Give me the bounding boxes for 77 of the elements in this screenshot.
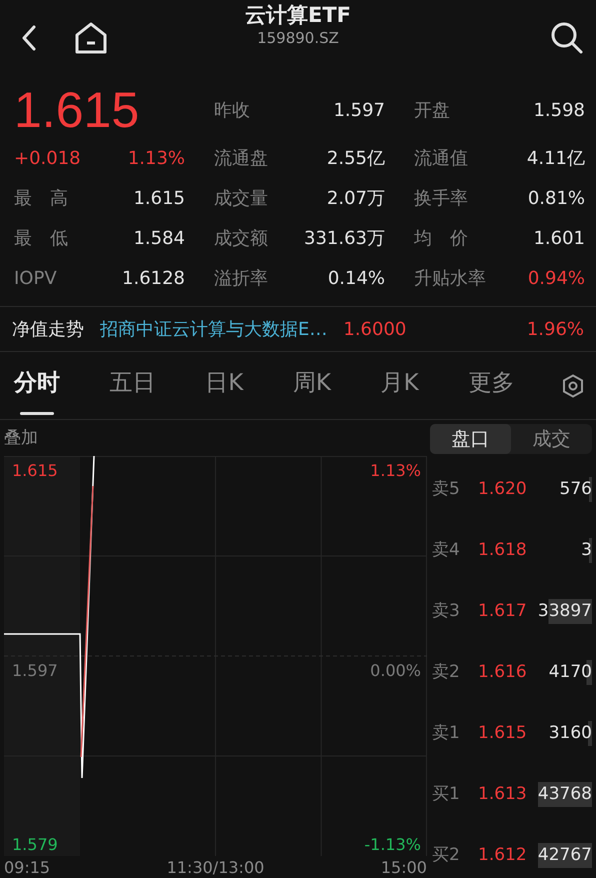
stat-value: 331.63万 (304, 226, 385, 250)
order-price: 1.617 (478, 600, 528, 623)
change-percent: 1.13% (128, 146, 185, 170)
stat-value: 0.14% (328, 266, 385, 290)
stat-label: 最 低 (14, 226, 68, 250)
order-price: 1.618 (478, 538, 528, 562)
price-change: +0.018 (14, 146, 81, 170)
price-axis-label: 1.597 (12, 660, 58, 680)
stat-label: 成交额 (214, 226, 268, 250)
stat-label: 换手率 (414, 186, 468, 210)
order-level-label: 卖1 (431, 722, 461, 745)
price-axis-label: 1.615 (12, 460, 58, 480)
stock-code: 159890.SZ (257, 28, 339, 50)
order-price: 1.615 (478, 722, 528, 745)
order-volume: 3 (581, 538, 592, 564)
chart-tab[interactable]: 月K (378, 360, 421, 411)
order-price: 1.620 (478, 478, 528, 501)
stat-value: 1.584 (133, 226, 185, 250)
order-price: 1.612 (478, 844, 528, 867)
order-level-label: 买2 (431, 844, 461, 867)
switch-tab[interactable]: 成交 (511, 424, 592, 454)
order-level-label: 买1 (431, 782, 461, 806)
order-price: 1.616 (478, 660, 528, 684)
stat-value: 2.07万 (326, 186, 385, 210)
order-volume: 43768 (538, 782, 592, 808)
nav-value: 1.6000 (343, 318, 406, 342)
order-volume: 576 (560, 476, 592, 502)
stat-value: 1.601 (533, 226, 585, 250)
order-volume: 33897 (538, 598, 592, 624)
order-level-label: 卖2 (431, 660, 461, 684)
stat-label: 流通值 (414, 146, 468, 170)
order-volume: 4170 (548, 660, 592, 686)
nav-trend-label: 净值走势 (12, 318, 84, 342)
stat-label: 最 高 (14, 186, 68, 210)
order-level-label: 卖4 (431, 538, 461, 562)
time-axis-label: 15:00 (380, 856, 427, 878)
stat-value: 1.598 (533, 98, 585, 122)
price-axis-label: 1.579 (12, 834, 58, 854)
back-icon[interactable] (22, 25, 36, 51)
order-price: 1.613 (478, 782, 528, 806)
settings-icon[interactable] (562, 374, 584, 398)
time-axis-label: 11:30/13:00 (166, 856, 264, 878)
percent-axis-label: -1.13% (364, 834, 421, 854)
home-icon[interactable] (74, 22, 108, 54)
stat-value: 4.11亿 (526, 146, 585, 170)
nav-change-percent: 1.96% (526, 318, 584, 342)
stat-value: 0.81% (528, 186, 585, 210)
stat-label: 成交量 (214, 186, 268, 210)
percent-axis-label: 0.00% (370, 660, 421, 680)
stat-value: 1.615 (133, 186, 185, 210)
chart-tab[interactable]: 更多 (466, 360, 516, 411)
chart-tab[interactable]: 周K (290, 360, 334, 411)
percent-axis-label: 1.13% (370, 460, 421, 480)
order-level-label: 卖3 (431, 600, 461, 623)
stat-value: 2.55亿 (326, 146, 385, 170)
stat-value: 1.6128 (122, 266, 185, 290)
time-axis-label: 09:15 (4, 856, 50, 878)
chart-tab[interactable]: 五日 (108, 360, 158, 411)
fund-link[interactable]: 招商中证云计算与大数据E… (100, 316, 328, 342)
stat-value: 0.94% (528, 266, 585, 290)
order-level-label: 卖5 (431, 478, 461, 501)
overlay-button[interactable]: 叠加 (4, 428, 38, 448)
stat-label: 流通盘 (214, 146, 268, 170)
chart-tab[interactable]: 日K (203, 360, 246, 411)
stat-label: 昨收 (214, 98, 250, 122)
switch-tab[interactable]: 盘口 (430, 424, 511, 454)
last-price: 1.615 (14, 83, 140, 137)
stat-label: 升贴水率 (414, 266, 486, 290)
order-volume: 42767 (538, 842, 592, 868)
search-icon[interactable] (550, 21, 584, 55)
stat-label: 开盘 (414, 98, 450, 122)
order-volume: 3160 (548, 720, 592, 746)
stat-label: 均 价 (414, 226, 468, 250)
stat-label: 溢折率 (214, 266, 268, 290)
stat-label: IOPV (14, 266, 57, 290)
stat-value: 1.597 (333, 98, 385, 122)
stock-title: 云计算ETF (244, 4, 351, 28)
